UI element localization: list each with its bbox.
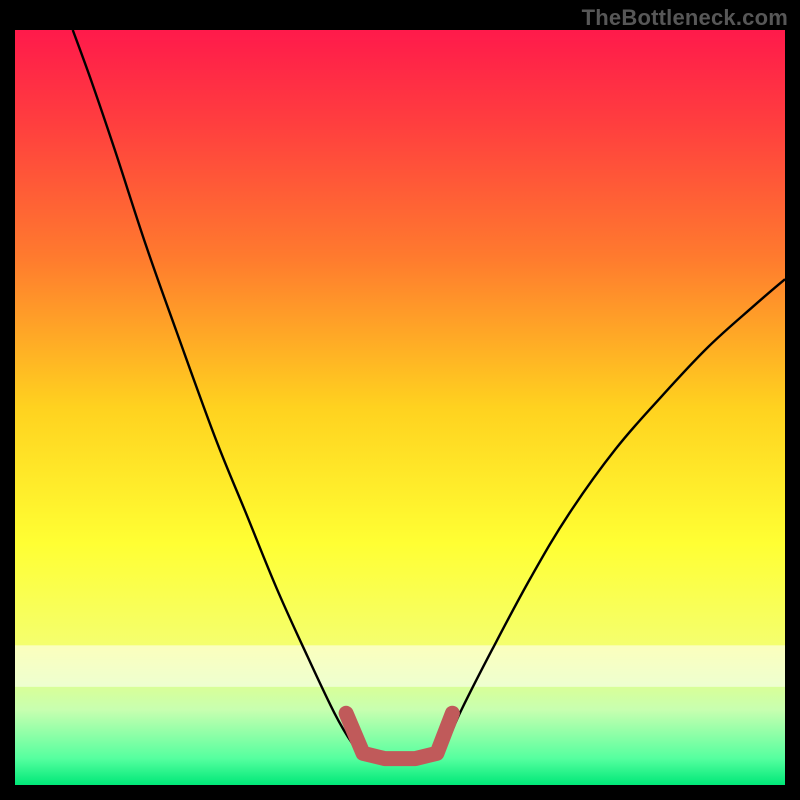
- bottleneck-chart: [0, 0, 800, 800]
- chart-frame: { "watermark": "TheBottleneck.com", "cha…: [0, 0, 800, 800]
- watermark-text: TheBottleneck.com: [582, 5, 788, 31]
- highlight-band: [15, 645, 785, 687]
